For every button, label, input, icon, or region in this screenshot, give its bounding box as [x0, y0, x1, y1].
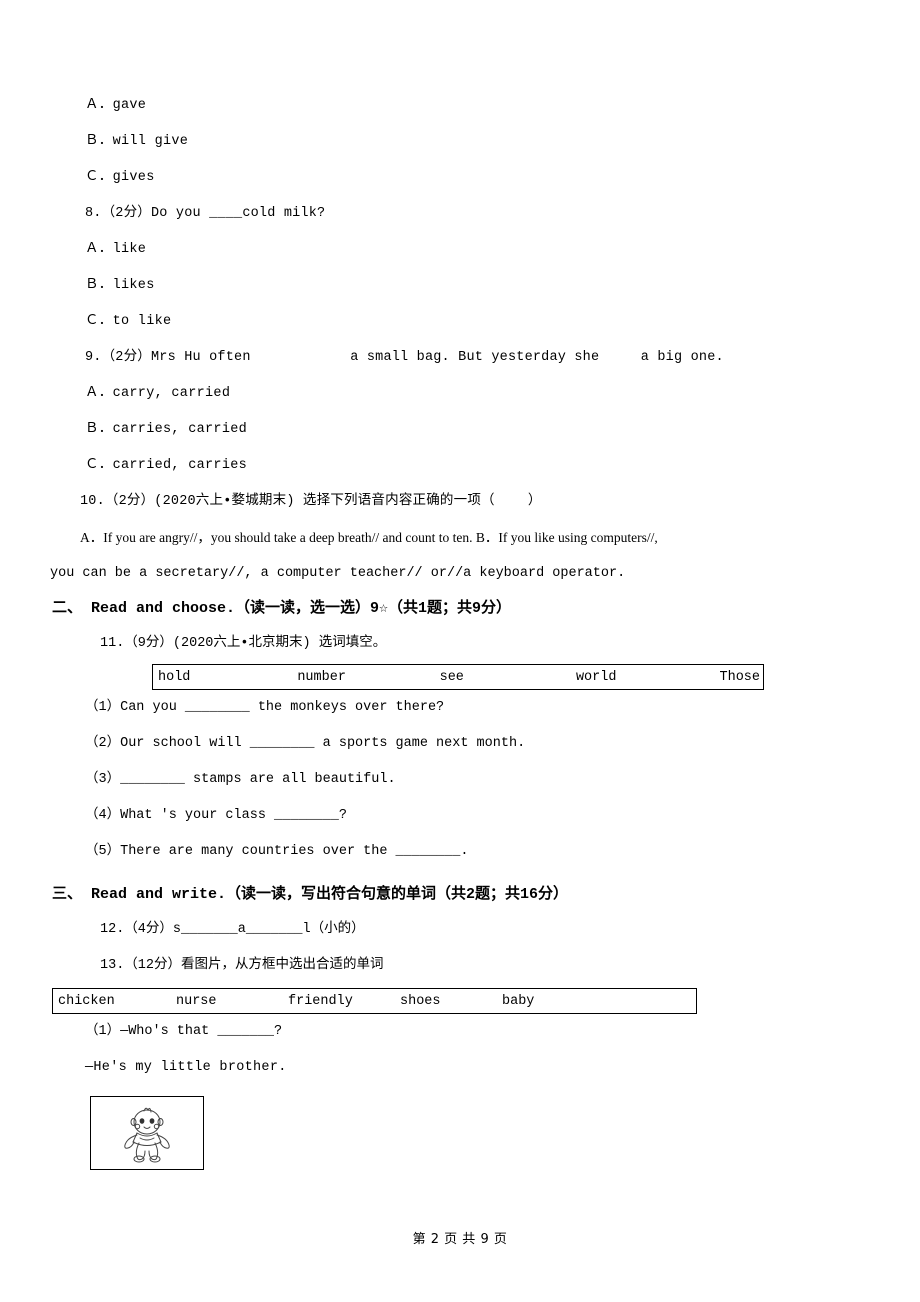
q8-stem: 8.（2分）Do you ____cold milk? [85, 206, 326, 221]
section-2-title: 二、 Read and choose.（读一读，选一选）9☆（共1题；共9分） [52, 600, 512, 617]
wordbank2-item-shoes: shoes [400, 993, 441, 1009]
q9-stem: 9.（2分）Mrs Hu often a small bag. But yest… [85, 350, 724, 365]
q11-stem: 11.（9分）(2020六上•北京期末) 选词填空。 [100, 636, 387, 651]
q11-item-3: （3）________ stamps are all beautiful. [85, 772, 396, 787]
q9-option-c: Ｃ．carried, carries [85, 458, 248, 473]
q8-option-c: Ｃ．to like [85, 314, 172, 329]
wordbank-item-hold: hold [158, 669, 191, 685]
wordbank-item-those: Those [719, 669, 761, 685]
q10-body-line-2: you can be a secretary//, a computer tea… [50, 566, 626, 581]
q8-option-b: Ｂ．likes [85, 278, 155, 293]
q11-item-4: （4）What 's your class ________? [85, 808, 347, 823]
wordbank-item-number: number [297, 669, 346, 685]
q11-word-bank: hold number see world Those [152, 664, 764, 690]
q13-stem: 13.（12分）看图片，从方框中选出合适的单词 [100, 958, 384, 973]
q9-option-b: Ｂ．carries, carried [85, 422, 248, 437]
q13-item-1-answer: —He's my little brother. [85, 1060, 287, 1075]
q11-item-5: （5）There are many countries over the ___… [85, 844, 469, 859]
q7-option-b: Ｂ．will give [85, 134, 189, 149]
exam-page: Ａ．gave Ｂ．will give Ｃ．gives 8.（2分）Do you … [0, 0, 920, 1302]
q10-body-line-1: A．If you are angry//，you should take a d… [80, 530, 658, 545]
section-3-title: 三、 Read and write.（读一读，写出符合句意的单词（共2题；共16… [52, 886, 569, 903]
q13-item-1: （1）—Who's that _______? [85, 1024, 283, 1039]
q10-stem: 10.（2分）(2020六上•婺城期末) 选择下列语音内容正确的一项（ ） [80, 494, 542, 509]
wordbank2-item-friendly: friendly [288, 993, 353, 1009]
q13-word-bank: chicken nurse friendly shoes baby [52, 988, 697, 1014]
q12-stem: 12.（4分）s_______a_______l（小的） [100, 922, 365, 937]
q7-option-c: Ｃ．gives [85, 170, 155, 185]
q13-image-frame [90, 1096, 204, 1170]
q9-option-a: Ａ．carry, carried [85, 386, 231, 401]
wordbank2-item-baby: baby [502, 993, 535, 1009]
q11-item-1: （1）Can you ________ the monkeys over the… [85, 700, 445, 715]
wordbank2-item-nurse: nurse [176, 993, 217, 1009]
wordbank-item-see: see [439, 669, 464, 685]
baby-illustration-icon [124, 1107, 170, 1163]
page-footer: 第 2 页 共 9 页 [412, 1232, 508, 1247]
q8-option-a: Ａ．like [85, 242, 147, 257]
q7-option-a: Ａ．gave [85, 98, 147, 113]
q11-item-2: （2）Our school will ________ a sports gam… [85, 736, 526, 751]
wordbank2-item-chicken: chicken [58, 993, 115, 1009]
top-spacer [0, 0, 920, 88]
wordbank-item-world: world [575, 669, 617, 685]
